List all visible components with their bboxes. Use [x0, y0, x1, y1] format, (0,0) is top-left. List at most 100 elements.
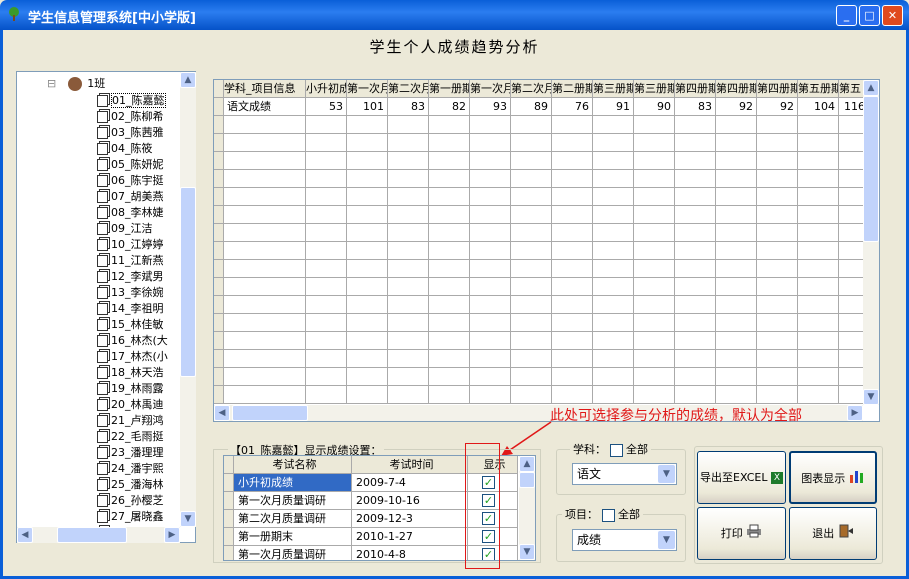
exam-scroll-down[interactable]: ▼ — [519, 544, 535, 560]
tree-item-student[interactable]: 20_林禹迪 — [97, 397, 164, 413]
grid-empty-cell[interactable] — [306, 152, 347, 170]
grid-empty-cell[interactable] — [634, 260, 675, 278]
grid-empty-cell[interactable] — [511, 116, 552, 134]
grid-empty-cell[interactable] — [593, 386, 634, 404]
grid-cell[interactable]: 89 — [511, 98, 552, 116]
grid-empty-cell[interactable] — [347, 332, 388, 350]
grid-empty-cell[interactable] — [224, 152, 306, 170]
grid-empty-cell[interactable] — [224, 188, 306, 206]
grid-empty-cell[interactable] — [634, 224, 675, 242]
grid-empty-cell[interactable] — [511, 386, 552, 404]
tree-item-student[interactable]: 06_陈宇挺 — [97, 173, 164, 189]
student-tree[interactable]: ⊟ 1班 01_陈嘉懿 02_陈柳希 03_陈茜雅 04_陈筱 05_陈妍妮 06_陈宇挺… — [16, 71, 196, 543]
tree-item-student[interactable]: 16_林杰(大 — [97, 333, 168, 349]
grid-empty-cell[interactable] — [429, 296, 470, 314]
grid-empty-cell[interactable] — [470, 278, 511, 296]
grid-cell[interactable]: 53 — [306, 98, 347, 116]
grid-empty-cell[interactable] — [224, 386, 306, 404]
grid-empty-cell[interactable] — [429, 278, 470, 296]
exam-name-cell[interactable]: 第一次月质量调研 — [234, 492, 352, 510]
grid-empty-cell[interactable] — [552, 260, 593, 278]
tree-item-student[interactable]: 24_潘宇熙 — [97, 461, 164, 477]
grid-empty-cell[interactable] — [593, 242, 634, 260]
grid-empty-cell[interactable] — [675, 350, 716, 368]
grid-empty-cell[interactable] — [757, 242, 798, 260]
grid-empty-cell[interactable] — [716, 368, 757, 386]
grid-empty-cell[interactable] — [675, 278, 716, 296]
tree-item-student[interactable]: 03_陈茜雅 — [97, 125, 164, 141]
grid-empty-cell[interactable] — [593, 188, 634, 206]
tree-node-class[interactable]: ⊟ 1班 — [47, 76, 105, 92]
grid-empty-cell[interactable] — [593, 224, 634, 242]
grid-empty-cell[interactable] — [347, 314, 388, 332]
grid-cell[interactable]: 92 — [757, 98, 798, 116]
tree-item-student[interactable]: 22_毛雨挺 — [97, 429, 164, 445]
grid-empty-cell[interactable] — [388, 260, 429, 278]
grid-empty-cell[interactable] — [388, 296, 429, 314]
tree-item-student[interactable]: 26_孙樱芝 — [97, 493, 164, 509]
subject-all-checkbox[interactable] — [609, 443, 623, 457]
grid-empty-cell[interactable] — [552, 332, 593, 350]
grid-empty-cell[interactable] — [634, 314, 675, 332]
tree-item-student[interactable]: 12_李斌男 — [97, 269, 164, 285]
grid-empty-cell[interactable] — [511, 350, 552, 368]
exam-name-cell[interactable]: 第二次月质量调研 — [234, 510, 352, 528]
grid-empty-cell[interactable] — [798, 386, 839, 404]
tree-item-student[interactable]: 11_江新燕 — [97, 253, 164, 269]
grid-empty-cell[interactable] — [798, 242, 839, 260]
grid-empty-cell[interactable] — [511, 368, 552, 386]
scroll-down-button[interactable]: ▼ — [180, 511, 196, 527]
grid-empty-cell[interactable] — [798, 188, 839, 206]
grid-empty-cell[interactable] — [798, 368, 839, 386]
col-exam-name[interactable]: 考试名称 — [234, 456, 352, 474]
grid-empty-cell[interactable] — [429, 224, 470, 242]
grid-empty-cell[interactable] — [634, 386, 675, 404]
grid-empty-cell[interactable] — [716, 386, 757, 404]
chart-display-button[interactable]: 图表显示 — [789, 451, 877, 504]
grid-empty-cell[interactable] — [347, 386, 388, 404]
grid-empty-cell[interactable] — [470, 170, 511, 188]
grid-empty-cell[interactable] — [429, 350, 470, 368]
grid-empty-cell[interactable] — [552, 368, 593, 386]
grid-empty-cell[interactable] — [552, 386, 593, 404]
grid-empty-cell[interactable] — [593, 350, 634, 368]
grid-column-header[interactable]: 第四册期 — [675, 80, 716, 98]
grid-cell[interactable]: 83 — [388, 98, 429, 116]
grid-empty-cell[interactable] — [388, 242, 429, 260]
grid-empty-cell[interactable] — [757, 368, 798, 386]
grid-empty-cell[interactable] — [388, 224, 429, 242]
scroll-right-button[interactable]: ▶ — [164, 527, 180, 543]
grid-empty-cell[interactable] — [429, 314, 470, 332]
grid-empty-cell[interactable] — [716, 206, 757, 224]
grid-empty-cell[interactable] — [224, 314, 306, 332]
exam-scroll-thumb[interactable] — [519, 472, 535, 488]
chevron-down-icon[interactable]: ▼ — [658, 465, 675, 483]
grid-empty-cell[interactable] — [224, 242, 306, 260]
grid-empty-cell[interactable] — [552, 278, 593, 296]
grid-empty-cell[interactable] — [716, 350, 757, 368]
grid-empty-cell[interactable] — [798, 134, 839, 152]
grid-empty-cell[interactable] — [429, 116, 470, 134]
grid-empty-cell[interactable] — [634, 332, 675, 350]
grid-empty-cell[interactable] — [388, 278, 429, 296]
grid-empty-cell[interactable] — [429, 206, 470, 224]
grid-empty-cell[interactable] — [224, 116, 306, 134]
grid-empty-cell[interactable] — [347, 296, 388, 314]
grid-empty-cell[interactable] — [593, 314, 634, 332]
grid-empty-cell[interactable] — [634, 242, 675, 260]
grid-empty-cell[interactable] — [511, 296, 552, 314]
grid-cell[interactable]: 101 — [347, 98, 388, 116]
grid-empty-cell[interactable] — [470, 368, 511, 386]
tree-item-student[interactable]: 08_李林婕 — [97, 205, 164, 221]
grid-empty-cell[interactable] — [429, 134, 470, 152]
grid-empty-cell[interactable] — [306, 170, 347, 188]
grid-vscrollbar[interactable]: ▲ ▼ — [863, 80, 879, 405]
grid-empty-cell[interactable] — [757, 188, 798, 206]
grid-empty-cell[interactable] — [634, 278, 675, 296]
maximize-button[interactable]: □ — [859, 5, 880, 26]
grid-cell[interactable]: 92 — [716, 98, 757, 116]
grid-empty-cell[interactable] — [675, 188, 716, 206]
grid-empty-cell[interactable] — [716, 188, 757, 206]
grid-empty-cell[interactable] — [306, 332, 347, 350]
grid-empty-cell[interactable] — [347, 224, 388, 242]
